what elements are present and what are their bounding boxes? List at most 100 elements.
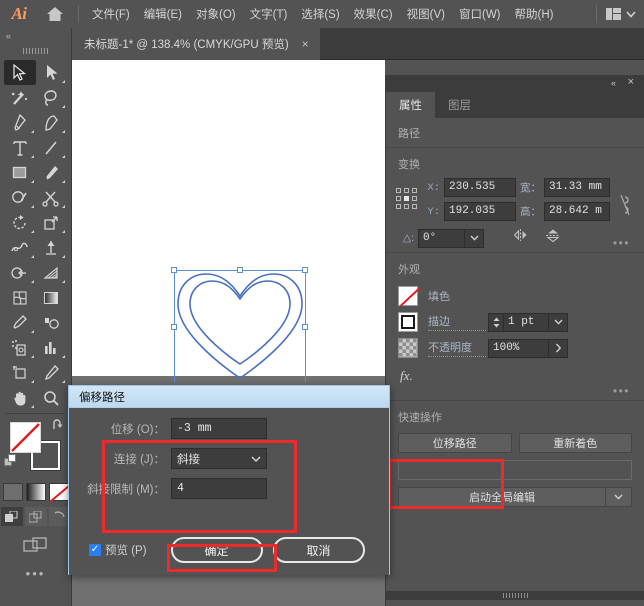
appearance-more-button[interactable]: ••• xyxy=(613,384,630,398)
ok-button[interactable]: 确定 xyxy=(170,537,263,563)
chevron-down-icon[interactable] xyxy=(606,487,632,507)
offset-input[interactable]: -3 mm xyxy=(171,418,267,439)
none-fill-swatch[interactable] xyxy=(10,422,41,453)
stroke-weight-input[interactable]: 1 pt xyxy=(504,312,548,332)
tools-drag-grip[interactable] xyxy=(0,44,71,58)
line-segment-tool[interactable] xyxy=(36,135,68,160)
height-input[interactable]: 28.642 m xyxy=(544,202,610,221)
column-graph-tool[interactable] xyxy=(36,335,68,360)
y-input[interactable]: 192.035 xyxy=(444,202,516,221)
slice-tool[interactable] xyxy=(36,360,68,385)
magic-wand-tool[interactable] xyxy=(4,85,36,110)
shape-builder-tool[interactable] xyxy=(4,260,36,285)
cancel-button[interactable]: 取消 xyxy=(272,537,365,563)
opacity-label[interactable]: 不透明度 xyxy=(428,339,486,357)
direct-selection-tool[interactable] xyxy=(36,60,68,85)
swap-fill-stroke-icon[interactable] xyxy=(51,418,65,436)
gradient-tool[interactable] xyxy=(36,285,68,310)
preview-checkbox-group[interactable]: 预览 (P) xyxy=(89,542,161,558)
shaper-tool[interactable] xyxy=(4,185,36,210)
unlink-proportions-icon[interactable] xyxy=(618,192,636,223)
draw-normal[interactable] xyxy=(0,507,23,526)
panel-resize-grip[interactable] xyxy=(386,591,644,600)
transform-more-button[interactable]: ••• xyxy=(613,236,630,250)
selection-handle[interactable] xyxy=(302,267,308,273)
scissors-tool[interactable] xyxy=(36,185,68,210)
solid-color-mode[interactable] xyxy=(2,483,23,501)
gradient-mode[interactable] xyxy=(25,483,46,501)
menu-effect[interactable]: 效果(C) xyxy=(347,2,400,26)
angle-combo[interactable]: 0° xyxy=(418,228,484,248)
blend-tool[interactable] xyxy=(36,310,68,335)
tab-properties[interactable]: 属性 xyxy=(386,92,435,118)
symbol-sprayer-tool[interactable] xyxy=(4,335,36,360)
lasso-tool[interactable] xyxy=(36,85,68,110)
mesh-tool[interactable] xyxy=(4,285,36,310)
flip-vertical-icon[interactable] xyxy=(545,228,561,248)
stroke-label[interactable]: 描边 xyxy=(428,313,486,331)
stepper-icon[interactable] xyxy=(488,312,504,332)
tools-collapse-button[interactable]: « xyxy=(0,28,71,44)
toolbar-more-button[interactable]: ••• xyxy=(0,558,71,581)
x-input[interactable]: 230.535 xyxy=(444,178,516,197)
selection-handle[interactable] xyxy=(171,324,177,330)
panel-close-icon[interactable]: × xyxy=(628,76,634,88)
stroke-weight-combo[interactable]: 1 pt xyxy=(488,312,568,332)
offset-path-button[interactable]: 位移路径 xyxy=(398,433,512,453)
opacity-input[interactable]: 100% xyxy=(488,338,548,358)
rectangle-tool[interactable] xyxy=(4,160,36,185)
chevron-down-icon[interactable] xyxy=(251,453,261,465)
draw-behind[interactable] xyxy=(24,507,47,526)
default-fill-stroke-icon[interactable] xyxy=(4,454,17,472)
home-icon[interactable] xyxy=(38,5,72,23)
width-input[interactable]: 31.33 mm xyxy=(544,178,610,197)
opacity-combo[interactable]: 100% xyxy=(488,338,568,358)
type-tool[interactable] xyxy=(4,135,36,160)
menu-view[interactable]: 视图(V) xyxy=(400,2,452,26)
workspace-switcher[interactable] xyxy=(596,0,636,28)
artboard-tool[interactable] xyxy=(4,360,36,385)
menu-window[interactable]: 窗口(W) xyxy=(452,2,508,26)
perspective-grid-tool[interactable] xyxy=(36,260,68,285)
none-mode[interactable] xyxy=(48,483,69,501)
menu-type[interactable]: 文字(T) xyxy=(243,2,295,26)
close-icon[interactable]: × xyxy=(299,36,312,52)
pen-tool[interactable] xyxy=(4,110,36,135)
selection-handle[interactable] xyxy=(171,267,177,273)
menu-file[interactable]: 文件(F) xyxy=(85,2,137,26)
quick-actions-blank-field[interactable] xyxy=(398,460,632,480)
chevron-right-icon[interactable] xyxy=(548,338,568,358)
screen-mode-icon[interactable] xyxy=(22,535,50,555)
menu-edit[interactable]: 编辑(E) xyxy=(137,2,189,26)
workspace-grid-icon[interactable] xyxy=(606,8,621,20)
chevron-down-icon[interactable] xyxy=(548,312,568,332)
selection-handle[interactable] xyxy=(302,324,308,330)
artwork-heart[interactable] xyxy=(170,266,310,386)
menu-object[interactable]: 对象(O) xyxy=(189,2,243,26)
panel-collapse-icon[interactable]: « xyxy=(611,78,616,88)
miter-input[interactable]: 4 xyxy=(171,478,267,499)
hand-tool[interactable] xyxy=(4,385,36,410)
selection-handle[interactable] xyxy=(237,267,243,273)
curvature-tool[interactable] xyxy=(36,110,68,135)
document-tab[interactable]: 未标题-1* @ 138.4% (CMYK/GPU 预览) × xyxy=(72,28,320,60)
rotate-tool[interactable] xyxy=(4,210,36,235)
width-tool[interactable] xyxy=(4,235,36,260)
stroke-square-swatch[interactable] xyxy=(398,312,418,332)
selection-tool[interactable] xyxy=(4,60,36,85)
paintbrush-tool[interactable] xyxy=(36,160,68,185)
chevron-down-icon[interactable] xyxy=(464,228,484,248)
join-select[interactable]: 斜接 xyxy=(171,448,267,469)
recolor-button[interactable]: 重新着色 xyxy=(518,433,632,453)
reference-point-widget[interactable] xyxy=(396,188,418,210)
transparency-checker-swatch[interactable] xyxy=(398,338,418,358)
free-transform-tool[interactable] xyxy=(36,235,68,260)
preview-checkbox[interactable] xyxy=(89,544,101,556)
eyedropper-tool[interactable] xyxy=(4,310,36,335)
start-global-edit-button[interactable]: 启动全局编辑 xyxy=(398,487,606,507)
none-fill-swatch[interactable] xyxy=(398,286,418,306)
flip-horizontal-icon[interactable] xyxy=(512,228,529,248)
menu-help[interactable]: 帮助(H) xyxy=(508,2,561,26)
tab-layers[interactable]: 图层 xyxy=(435,92,484,118)
fx-button[interactable]: fx. xyxy=(386,361,644,386)
